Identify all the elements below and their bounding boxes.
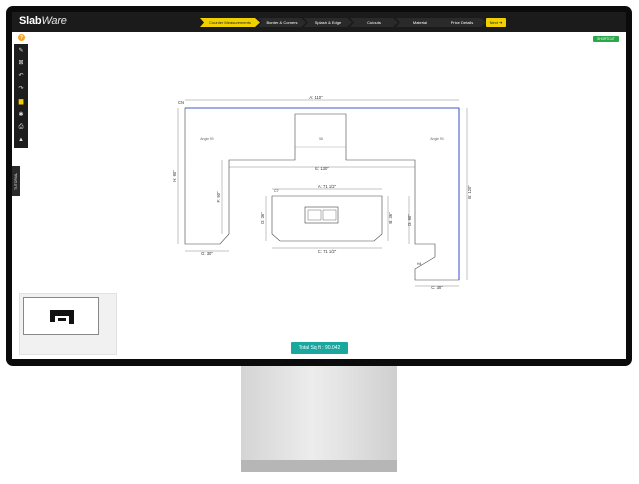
minimap-viewport[interactable] xyxy=(23,297,99,335)
dim-island-bottom[interactable]: C: 71 1/2" xyxy=(318,249,337,254)
counter-outline[interactable] xyxy=(184,107,460,281)
dim-top[interactable]: A: 110" xyxy=(309,95,323,100)
angle-left: Angle 90 xyxy=(200,137,213,141)
minimap-panel[interactable] xyxy=(19,293,117,355)
sink-cutout[interactable] xyxy=(304,206,339,224)
dim-island-right[interactable]: B: 36" xyxy=(388,212,393,224)
angle-right: Angle 90 xyxy=(430,137,443,141)
total-sqft-badge: Total Sq ft : 90.042 xyxy=(291,342,348,354)
monitor-foot xyxy=(241,460,397,472)
dim-left-side[interactable]: H: 90" xyxy=(172,170,177,182)
peninsula-notch xyxy=(294,114,347,148)
dim-top-corner: CN xyxy=(178,100,184,105)
dim-inner[interactable]: E: 130" xyxy=(315,166,329,171)
peninsula-mid: 58 xyxy=(319,137,323,141)
dim-right-bottom[interactable]: C: 30" xyxy=(431,285,443,290)
dim-left-inner[interactable]: F: 90" xyxy=(216,191,221,203)
dim-island-left[interactable]: D: 36" xyxy=(260,212,265,224)
dim-right-inner[interactable]: D: 90" xyxy=(407,214,412,226)
dim-left-bottom[interactable]: G: 30" xyxy=(201,251,213,256)
right-label: H4 xyxy=(417,262,421,266)
dim-right-side[interactable]: B: 120" xyxy=(467,185,472,199)
minimap-shape xyxy=(50,310,74,324)
island-outline[interactable] xyxy=(271,195,383,242)
dim-island-top[interactable]: A: 71 1/2" xyxy=(318,184,337,189)
monitor-stand xyxy=(241,366,397,472)
app-screen: SlabWare Counter Measurements Border & C… xyxy=(12,12,626,359)
dim-island-corner: C7 xyxy=(274,189,279,193)
total-sqft-label: Total Sq ft : 90.042 xyxy=(298,345,341,351)
edge-highlight xyxy=(185,107,460,280)
